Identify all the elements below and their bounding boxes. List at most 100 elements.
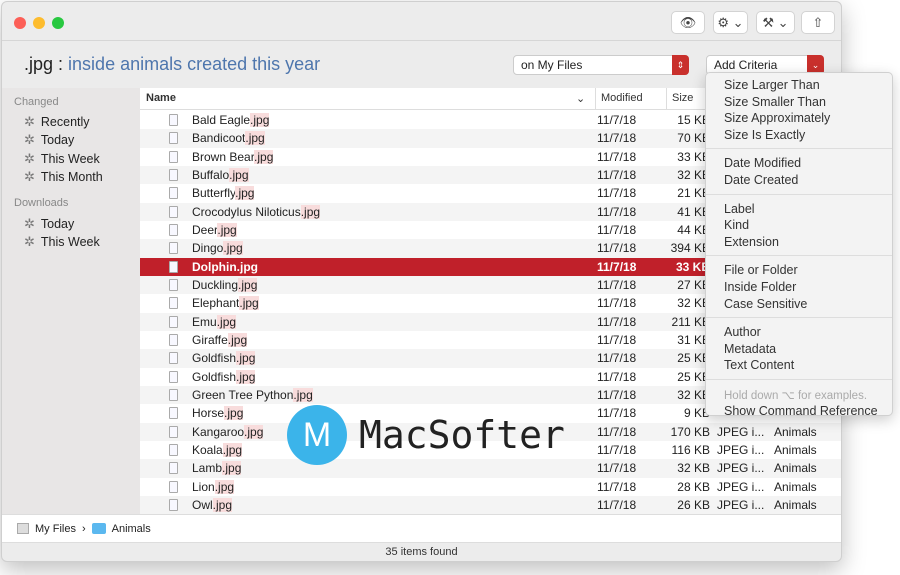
- menu-item[interactable]: Date Created: [724, 173, 798, 187]
- file-size: 32 KB: [677, 167, 710, 182]
- sidebar-item-today[interactable]: ✲ Today: [24, 132, 74, 148]
- file-row[interactable]: Lion.jpg 11/7/18 28 KB JPEG i... Animals: [140, 478, 841, 496]
- scope-label: on My Files: [521, 58, 583, 72]
- jpeg-file-icon: [169, 333, 178, 346]
- file-modified: 11/7/18: [597, 479, 637, 494]
- jpeg-file-icon: [169, 187, 178, 200]
- menu-item[interactable]: Metadata: [724, 342, 776, 356]
- jpeg-file-icon: [169, 315, 178, 328]
- watermark-logo: M MacSofter: [287, 405, 565, 465]
- menu-item[interactable]: Text Content: [724, 358, 794, 372]
- file-name: Owl.jpg: [192, 497, 233, 512]
- minimize-button[interactable]: [33, 17, 45, 29]
- menu-separator: [706, 379, 892, 380]
- menu-separator: [706, 255, 892, 257]
- menu-item[interactable]: Size Smaller Than: [724, 95, 826, 109]
- sidebar-item-this-week[interactable]: ✲ This Week: [24, 151, 100, 167]
- eye-icon: 👁: [679, 14, 697, 30]
- jpeg-file-icon: [169, 278, 178, 291]
- updown-chevron-icon: ⇕: [672, 55, 689, 75]
- file-modified: 11/7/18: [597, 113, 637, 127]
- chevron-right-icon: ›: [81, 522, 86, 535]
- file-name: Green Tree Python.jpg: [192, 387, 313, 402]
- menu-item[interactable]: Date Modified: [724, 156, 801, 170]
- sidebar-item-label: This Week: [40, 152, 100, 166]
- menu-item[interactable]: Author: [724, 325, 761, 339]
- file-size: 15 KB: [677, 113, 710, 127]
- tools-button[interactable]: ⚒ ⌄: [756, 11, 795, 34]
- file-name: Duckling.jpg: [192, 277, 258, 292]
- sidebar-item-downloads-today[interactable]: ✲ Today: [24, 216, 74, 232]
- close-button[interactable]: [14, 17, 26, 29]
- query-criteria[interactable]: inside animals created this year: [68, 54, 320, 74]
- file-modified: 11/7/18: [597, 167, 637, 182]
- sidebar-item-recently[interactable]: ✲ Recently: [24, 114, 90, 130]
- menu-item-command-reference[interactable]: Show Command Reference: [724, 404, 878, 418]
- tools-icon: ⚒ ⌄: [762, 14, 789, 30]
- file-size: 28 KB: [677, 479, 710, 494]
- file-name: Horse.jpg: [192, 406, 244, 421]
- file-where: Animals: [774, 424, 817, 439]
- sidebar-item-this-month[interactable]: ✲ This Month: [24, 169, 103, 185]
- path-bar: My Files › Animals: [2, 514, 841, 543]
- file-where: Animals: [774, 442, 817, 457]
- menu-item[interactable]: Size Approximately: [724, 111, 830, 125]
- path-folder[interactable]: Animals: [112, 523, 151, 535]
- gear-icon: ✲: [24, 114, 35, 129]
- file-modified: 11/7/18: [597, 351, 637, 366]
- column-name[interactable]: Name: [146, 92, 176, 104]
- file-modified: 11/7/18: [597, 222, 637, 237]
- watermark-text: MacSofter: [359, 413, 565, 457]
- file-size: 25 KB: [677, 369, 710, 384]
- sidebar-item-label: This Week: [40, 235, 100, 249]
- menu-item[interactable]: Case Sensitive: [724, 297, 807, 311]
- jpeg-file-icon: [169, 407, 178, 420]
- jpeg-file-icon: [169, 462, 178, 475]
- file-row[interactable]: Owl.jpg 11/7/18 26 KB JPEG i... Animals: [140, 495, 841, 515]
- jpeg-file-icon: [169, 498, 178, 511]
- file-modified: 11/7/18: [597, 131, 637, 146]
- menu-item[interactable]: Label: [724, 202, 755, 216]
- file-kind: JPEG i...: [717, 497, 765, 512]
- file-kind: JPEG i...: [717, 461, 765, 476]
- share-button[interactable]: ⇧: [801, 11, 835, 34]
- menu-item[interactable]: Size Is Exactly: [724, 128, 805, 142]
- menu-item[interactable]: Size Larger Than: [724, 78, 820, 92]
- file-size: 211 KB: [671, 314, 710, 329]
- sidebar-item-label: Today: [40, 217, 75, 231]
- file-modified: 11/7/18: [597, 149, 637, 164]
- file-size: 9 KB: [683, 406, 710, 421]
- jpeg-file-icon: [169, 223, 178, 236]
- jpeg-file-icon: [169, 480, 178, 493]
- scope-popup[interactable]: on My Files ⇕: [513, 55, 689, 75]
- menu-item[interactable]: Kind: [724, 218, 749, 232]
- file-modified: 11/7/18: [597, 369, 637, 384]
- column-modified[interactable]: Modified: [601, 92, 643, 104]
- jpeg-file-icon: [169, 205, 178, 218]
- file-name: Giraffe.jpg: [192, 332, 248, 347]
- menu-item[interactable]: Inside Folder: [724, 280, 796, 294]
- action-button[interactable]: ⚙ ⌄: [713, 11, 748, 34]
- column-size[interactable]: Size: [672, 92, 693, 104]
- gear-icon: ✲: [24, 216, 35, 231]
- quicklook-button[interactable]: 👁: [671, 11, 705, 34]
- file-size: 170 KB: [670, 424, 710, 439]
- sidebar-item-downloads-this-week[interactable]: ✲ This Week: [24, 234, 100, 250]
- menu-item[interactable]: File or Folder: [724, 263, 798, 277]
- sidebar: Changed ✲ Recently ✲ Today ✲ This Week ✲ Thi…: [2, 88, 140, 514]
- watermark-circle: M: [287, 405, 347, 465]
- file-where: Animals: [774, 479, 817, 494]
- jpeg-file-icon: [169, 114, 178, 126]
- file-modified: 11/7/18: [597, 204, 637, 219]
- gear-icon: ⚙ ⌄: [717, 14, 744, 30]
- search-query: .jpg : inside animals created this year: [24, 54, 320, 75]
- jpeg-file-icon: [169, 388, 178, 401]
- path-root[interactable]: My Files: [35, 523, 76, 535]
- menu-separator: [706, 193, 892, 195]
- zoom-button[interactable]: [52, 17, 64, 29]
- file-size: 44 KB: [677, 222, 710, 237]
- sort-chevron-icon[interactable]: ⌄: [576, 92, 585, 105]
- file-modified: 11/7/18: [597, 314, 637, 329]
- menu-item[interactable]: Extension: [724, 235, 779, 249]
- file-name: Buffalo.jpg: [192, 167, 249, 182]
